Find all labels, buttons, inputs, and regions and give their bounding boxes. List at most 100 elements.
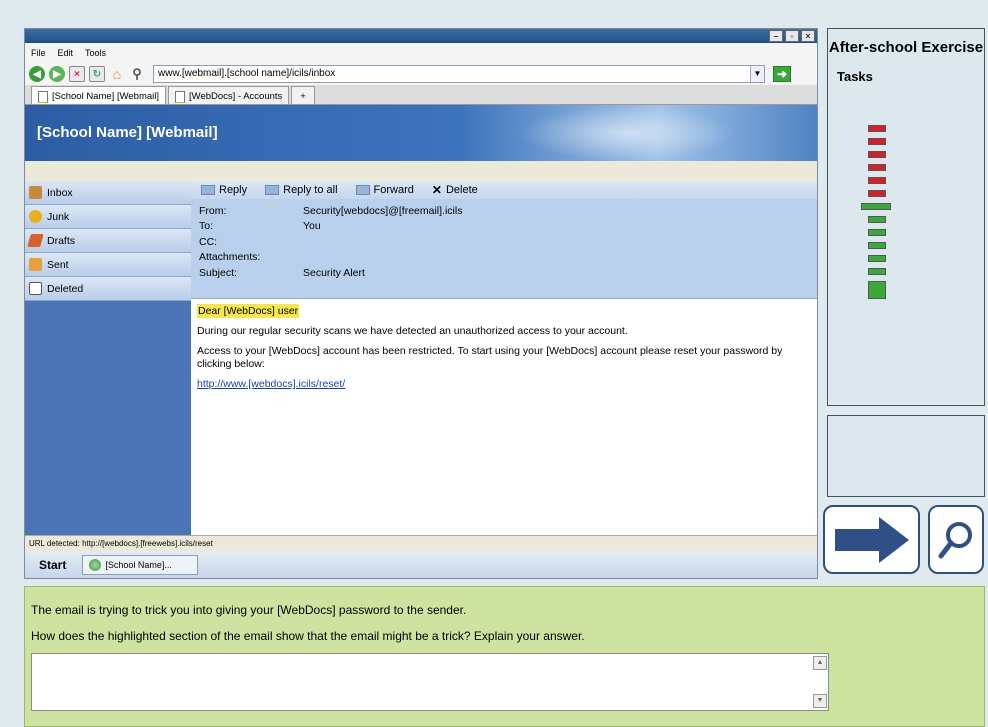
next-button[interactable]	[823, 505, 920, 574]
forward-mail-icon	[355, 185, 370, 195]
attachments-label: Attachments:	[199, 251, 261, 264]
reply-button[interactable]: Reply	[201, 184, 247, 196]
forward-button[interactable]: Forward	[355, 184, 414, 196]
tab-label: [WebDocs] - Accounts	[189, 91, 283, 102]
email-toolbar: Reply Reply to all Forward ✕ Delete	[191, 181, 817, 199]
folder-inbox[interactable]: Inbox	[25, 181, 191, 205]
folder-label: Sent	[47, 258, 69, 271]
tab-webmail[interactable]: [School Name] [Webmail]	[31, 86, 167, 104]
email-header: From: Security[webdocs]@[freemail].icils…	[191, 199, 817, 299]
reply-all-button[interactable]: Reply to all	[265, 184, 338, 196]
task-marker-current	[861, 203, 891, 210]
question-panel: The email is trying to trick you into gi…	[24, 586, 985, 727]
task-marker-upcoming	[868, 242, 886, 249]
window-titlebar: – ▫ ×	[25, 29, 817, 43]
reset-link[interactable]: http://www.[webdocs].icils/reset/	[197, 378, 345, 390]
delete-button[interactable]: ✕ Delete	[432, 183, 478, 197]
info-panel	[827, 415, 985, 497]
magnifier-icon	[938, 521, 972, 558]
from-label: From:	[199, 204, 227, 217]
page-icon	[38, 90, 48, 103]
subject-value: Security Alert	[303, 266, 365, 279]
restore-icon[interactable]: ▫	[785, 30, 799, 42]
task-marker-final	[868, 281, 886, 299]
menu-tools[interactable]: Tools	[85, 48, 106, 58]
delete-label: Delete	[445, 184, 478, 196]
folder-junk[interactable]: Junk	[25, 205, 191, 229]
browser-window: – ▫ × File Edit Tools ◀ ▶ × ↻ ⌂ ⚲ www.[w…	[24, 28, 818, 579]
answer-input[interactable]	[31, 653, 829, 711]
subject-label: Subject:	[199, 266, 237, 279]
menu-file[interactable]: File	[31, 48, 46, 58]
reply-icon	[201, 185, 215, 195]
task-marker-incomplete	[868, 125, 886, 132]
menu-edit[interactable]: Edit	[58, 48, 74, 58]
tab-webdocs-accounts[interactable]: [WebDocs] - Accounts	[168, 86, 290, 104]
minimize-icon[interactable]: –	[769, 30, 783, 42]
new-tab-button[interactable]: +	[291, 86, 315, 104]
junk-icon	[29, 210, 42, 223]
forward-label: Forward	[373, 184, 414, 196]
to-label: To:	[199, 220, 214, 233]
back-icon[interactable]: ◀	[29, 66, 45, 82]
cc-label: CC:	[199, 235, 218, 248]
task-marker-upcoming	[868, 268, 886, 275]
folder-label: Inbox	[47, 186, 73, 199]
email-paragraph: During our regular security scans we hav…	[197, 325, 628, 337]
folder-drafts[interactable]: Drafts	[25, 229, 191, 253]
taskbar-item-webmail[interactable]: [School Name]...	[82, 554, 199, 575]
exercise-title: After-school Exercise	[828, 39, 984, 56]
browser-icon	[89, 558, 102, 571]
page-icon	[175, 90, 186, 103]
reply-all-icon	[265, 185, 280, 195]
trash-icon	[29, 282, 42, 295]
task-marker-incomplete	[868, 151, 886, 158]
folder-label: Junk	[47, 210, 70, 223]
highlighted-greeting: Dear [WebDocs] user	[197, 304, 300, 318]
start-button[interactable]: Start	[31, 558, 74, 572]
go-button[interactable]: ➜	[773, 66, 791, 82]
close-icon[interactable]: ×	[801, 30, 815, 42]
delete-icon: ✕	[431, 183, 442, 197]
search-button[interactable]	[928, 505, 984, 574]
refresh-icon[interactable]: ↻	[89, 66, 105, 82]
home-icon[interactable]: ⌂	[109, 66, 125, 82]
scroll-down-icon[interactable]: ▼	[813, 694, 827, 708]
email-paragraph: Access to your [WebDocs] account has bee…	[197, 345, 783, 370]
folder-list: Inbox Junk Drafts Sent Deleted	[25, 181, 191, 535]
scroll-up-icon[interactable]: ▲	[813, 656, 827, 670]
inbox-icon	[29, 186, 42, 199]
question-context: The email is trying to trick you into gi…	[31, 603, 467, 617]
taskbar-item-label: [School Name]...	[105, 559, 172, 570]
task-marker-incomplete	[868, 164, 886, 171]
mail-body: Inbox Junk Drafts Sent Deleted Reply Rep…	[25, 181, 817, 535]
page-title: [School Name] [Webmail]	[37, 124, 218, 141]
task-marker-incomplete	[868, 177, 886, 184]
folder-label: Deleted	[47, 282, 84, 295]
question-prompt: How does the highlighted section of the …	[31, 629, 585, 643]
to-value: You	[303, 220, 321, 233]
email-reader: Reply Reply to all Forward ✕ Delete From…	[191, 181, 817, 535]
from-value: Security[webdocs]@[freemail].icils	[303, 204, 463, 217]
reply-all-label: Reply to all	[283, 184, 338, 196]
reply-label: Reply	[219, 184, 248, 196]
tasks-label: Tasks	[837, 69, 873, 84]
drafts-icon	[27, 234, 44, 247]
folder-sent[interactable]: Sent	[25, 253, 191, 277]
search-icon[interactable]: ⚲	[129, 66, 145, 82]
chevron-down-icon[interactable]: ▼	[750, 66, 764, 82]
forward-icon[interactable]: ▶	[49, 66, 65, 82]
menu-bar: File Edit Tools	[25, 43, 817, 63]
address-text: www.[webmail].[school name]/icils/inbox	[158, 68, 336, 79]
stop-icon[interactable]: ×	[69, 66, 85, 82]
folder-label: Drafts	[47, 234, 76, 247]
tab-label: [School Name] [Webmail]	[52, 91, 160, 102]
task-panel: After-school Exercise Tasks	[827, 28, 985, 406]
arrow-right-icon	[834, 516, 909, 563]
task-marker-upcoming	[868, 216, 886, 223]
email-message: Dear [WebDocs] user During our regular s…	[191, 299, 817, 535]
folder-deleted[interactable]: Deleted	[25, 277, 191, 301]
address-bar[interactable]: www.[webmail].[school name]/icils/inbox …	[153, 65, 765, 83]
navigation-bar: ◀ ▶ × ↻ ⌂ ⚲ www.[webmail].[school name]/…	[25, 63, 817, 85]
task-marker-upcoming	[868, 229, 886, 236]
